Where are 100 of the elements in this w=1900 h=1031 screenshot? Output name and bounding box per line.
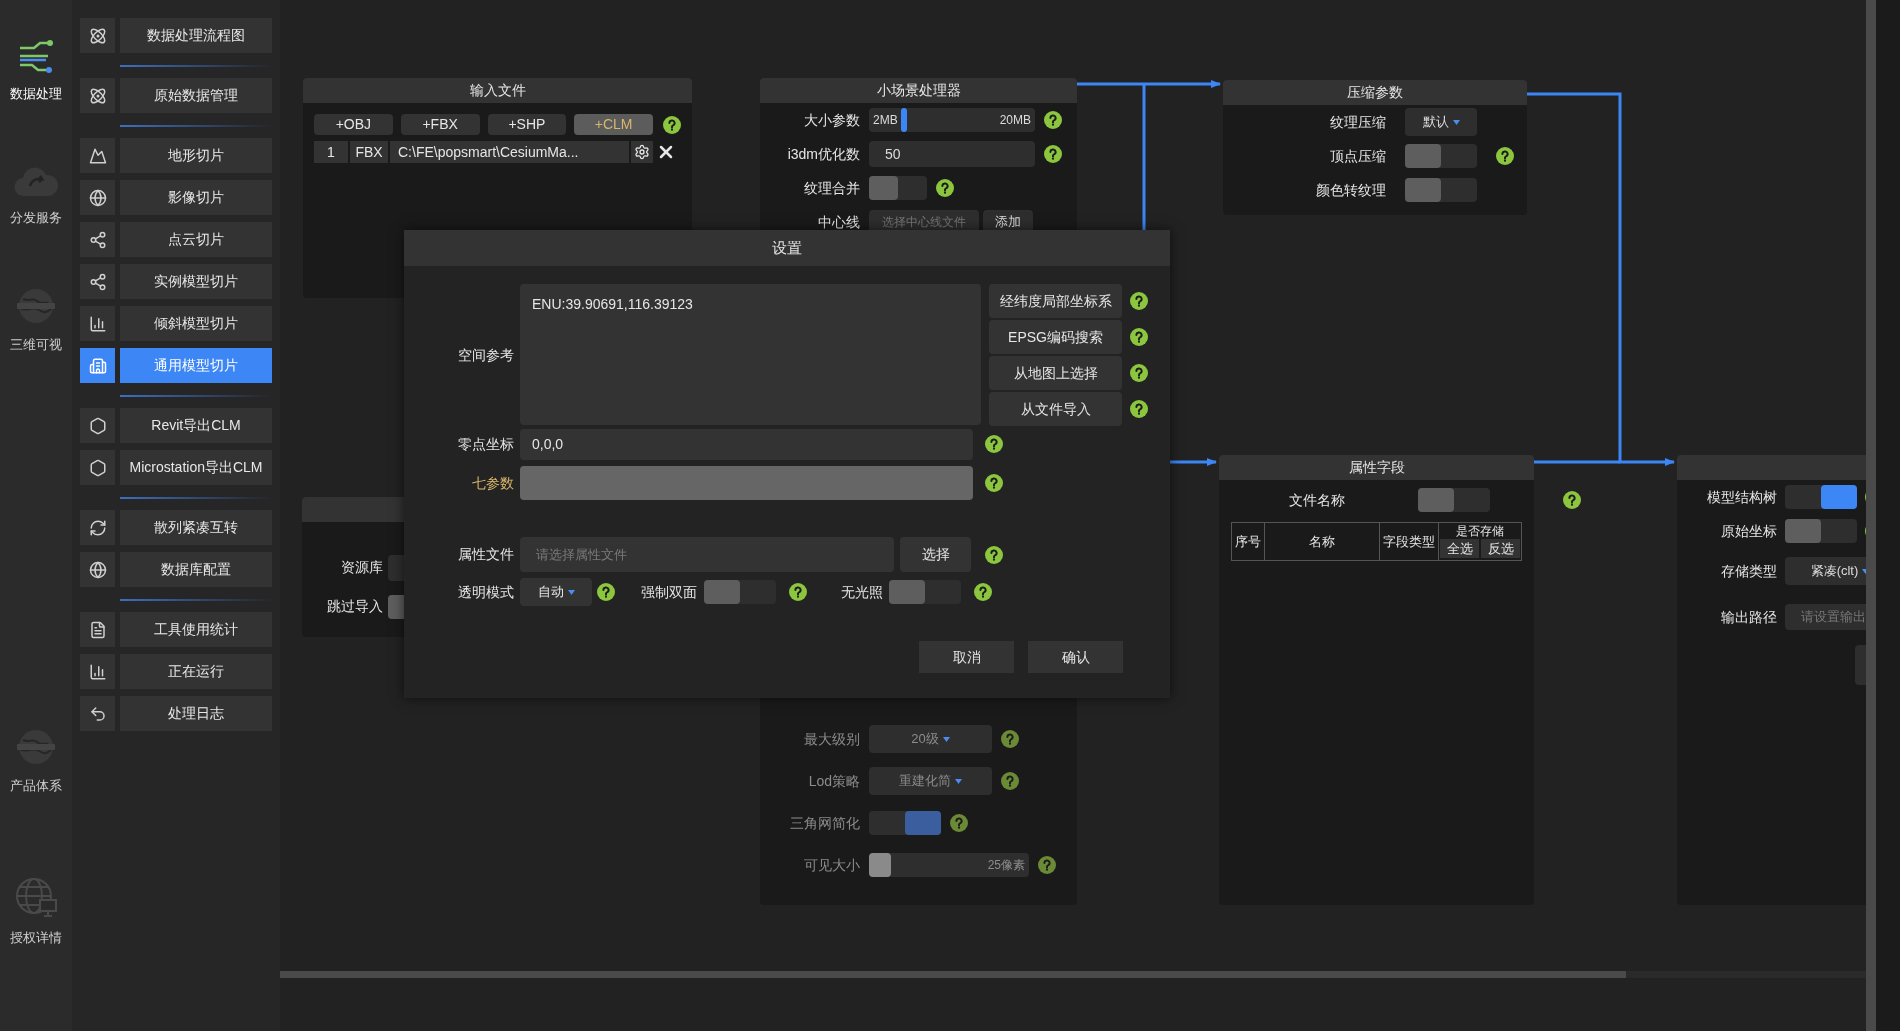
help-icon[interactable] xyxy=(663,115,681,134)
help-icon[interactable] xyxy=(985,435,1003,453)
field-label: 属性文件 xyxy=(457,545,514,564)
menu-item[interactable]: 原始数据管理 xyxy=(120,78,272,113)
menu-item[interactable]: 处理日志 xyxy=(120,696,272,731)
menu-item[interactable]: 通用模型切片 xyxy=(120,348,272,383)
vertical-scrollbar[interactable] xyxy=(1866,0,1876,1031)
mountain-icon xyxy=(88,146,107,165)
help-icon[interactable] xyxy=(789,583,807,601)
dropdown[interactable]: 默认 xyxy=(1405,108,1477,136)
field-label: 文件名称 xyxy=(1288,490,1345,510)
help-icon[interactable] xyxy=(597,583,615,601)
help-icon[interactable] xyxy=(985,545,1003,564)
toggle-switch[interactable] xyxy=(1785,519,1857,543)
rail-item[interactable]: 产品体系 xyxy=(10,776,62,796)
globe-icon xyxy=(88,188,107,207)
menu-item[interactable]: Revit导出CLM xyxy=(120,408,272,443)
hexagon-icon xyxy=(88,416,107,435)
menu-item[interactable]: 倾斜模型切片 xyxy=(120,306,272,341)
menu-item[interactable]: 数据库配置 xyxy=(120,552,272,587)
text-area[interactable]: ENU:39.90691,116.39123 xyxy=(520,284,981,425)
field-label: 强制双面 xyxy=(641,582,697,602)
input-field[interactable] xyxy=(520,466,973,500)
nodes-icon xyxy=(88,272,107,291)
help-icon[interactable] xyxy=(936,179,954,197)
input-field[interactable]: 0,0,0 xyxy=(520,428,973,460)
file-format: FBX xyxy=(350,141,388,163)
table-action-button[interactable]: 反选 xyxy=(1481,539,1520,558)
help-icon[interactable] xyxy=(1563,491,1581,509)
field-label: 顶点压缩 xyxy=(1329,146,1386,166)
slider-thumb[interactable] xyxy=(901,108,907,132)
toggle-switch[interactable] xyxy=(869,176,927,200)
nodes-icon xyxy=(88,230,107,249)
field-label: 输出路径 xyxy=(1720,607,1777,627)
rail-item[interactable]: 授权详情 xyxy=(10,927,62,947)
help-icon[interactable] xyxy=(1496,147,1514,165)
dropdown[interactable]: 紧凑(clt) xyxy=(1785,557,1866,585)
help-icon[interactable] xyxy=(1044,145,1062,163)
input-field[interactable]: 50 xyxy=(869,141,1035,167)
undo-icon xyxy=(88,704,107,723)
horizontal-scrollbar[interactable] xyxy=(280,971,1866,978)
caret-icon xyxy=(955,778,962,784)
flow-lines-icon[interactable] xyxy=(18,40,54,74)
settings-button[interactable] xyxy=(631,141,653,163)
help-icon[interactable] xyxy=(974,583,992,601)
column-header: 是否存储 xyxy=(1456,523,1504,539)
menu-item[interactable]: 地形切片 xyxy=(120,138,272,173)
add-file-button[interactable]: +FBX xyxy=(400,114,480,135)
toggle-switch[interactable] xyxy=(1405,178,1477,202)
rail-item[interactable]: 三维可视 xyxy=(10,335,62,355)
table-action-button[interactable]: 全选 xyxy=(1440,539,1479,558)
field-label: 无光照 xyxy=(841,582,883,602)
rail-item[interactable]: 数据处理 xyxy=(10,84,62,104)
column-header: 序号 xyxy=(1232,523,1265,560)
toggle-switch[interactable] xyxy=(1418,488,1490,512)
scrollbar-thumb[interactable] xyxy=(280,971,1626,978)
crs-button[interactable]: 经纬度局部坐标系 xyxy=(989,284,1122,318)
help-icon[interactable] xyxy=(985,474,1003,492)
hexagon-icon xyxy=(88,458,107,477)
node-title: 压缩参数 xyxy=(1347,83,1403,102)
crs-button[interactable]: 从文件导入 xyxy=(989,392,1122,426)
dialog-button[interactable]: 取消 xyxy=(919,641,1014,673)
field-label: 纹理压缩 xyxy=(1329,112,1386,132)
help-icon[interactable] xyxy=(1130,364,1148,382)
menu-item[interactable]: 正在运行 xyxy=(120,654,272,689)
dropdown[interactable]: 自动 xyxy=(520,578,592,606)
toggle-switch[interactable] xyxy=(1405,144,1477,168)
field-label: 跳过导入 xyxy=(326,597,383,616)
menu-item[interactable]: 数据处理流程图 xyxy=(120,18,272,53)
field-label: i3dm优化数 xyxy=(786,144,860,164)
menu-item[interactable]: 实例模型切片 xyxy=(120,264,272,299)
toggle-switch[interactable] xyxy=(1785,485,1857,509)
rail-item[interactable]: 分发服务 xyxy=(10,207,62,227)
slider[interactable]: 2MB 20MB xyxy=(869,108,1035,132)
crs-button[interactable]: EPSG编码搜索 xyxy=(989,320,1122,354)
bar-chart-icon xyxy=(88,314,107,333)
add-file-button[interactable]: +OBJ xyxy=(314,114,393,135)
help-icon[interactable] xyxy=(1044,111,1062,129)
help-icon[interactable] xyxy=(1130,328,1148,346)
help-icon[interactable] xyxy=(1130,292,1148,310)
add-file-button[interactable]: +SHP xyxy=(487,114,567,135)
dialog-button[interactable]: 确认 xyxy=(1028,641,1123,673)
caret-icon xyxy=(1452,119,1460,125)
menu-item[interactable]: 影像切片 xyxy=(120,180,272,215)
menu-item[interactable]: 散列紧凑互转 xyxy=(120,510,272,545)
menu-item[interactable]: 点云切片 xyxy=(120,222,272,257)
crs-button[interactable]: 从地图上选择 xyxy=(989,356,1122,390)
menu-item[interactable]: Microstation导出CLM xyxy=(120,450,272,485)
menu-item[interactable]: 工具使用统计 xyxy=(120,612,272,647)
column-header: 名称 xyxy=(1265,523,1380,560)
node-title: 输入文件 xyxy=(469,81,526,100)
choose-button[interactable]: 选择 xyxy=(900,537,971,572)
toggle-switch[interactable] xyxy=(889,580,961,604)
help-icon[interactable] xyxy=(1130,400,1148,418)
document-icon xyxy=(88,620,107,639)
dialog-title: 设置 xyxy=(772,237,802,258)
field-label: 透明模式 xyxy=(457,582,514,602)
globe-icon xyxy=(88,560,107,579)
building-icon xyxy=(88,356,107,375)
toggle-switch[interactable] xyxy=(704,580,776,604)
